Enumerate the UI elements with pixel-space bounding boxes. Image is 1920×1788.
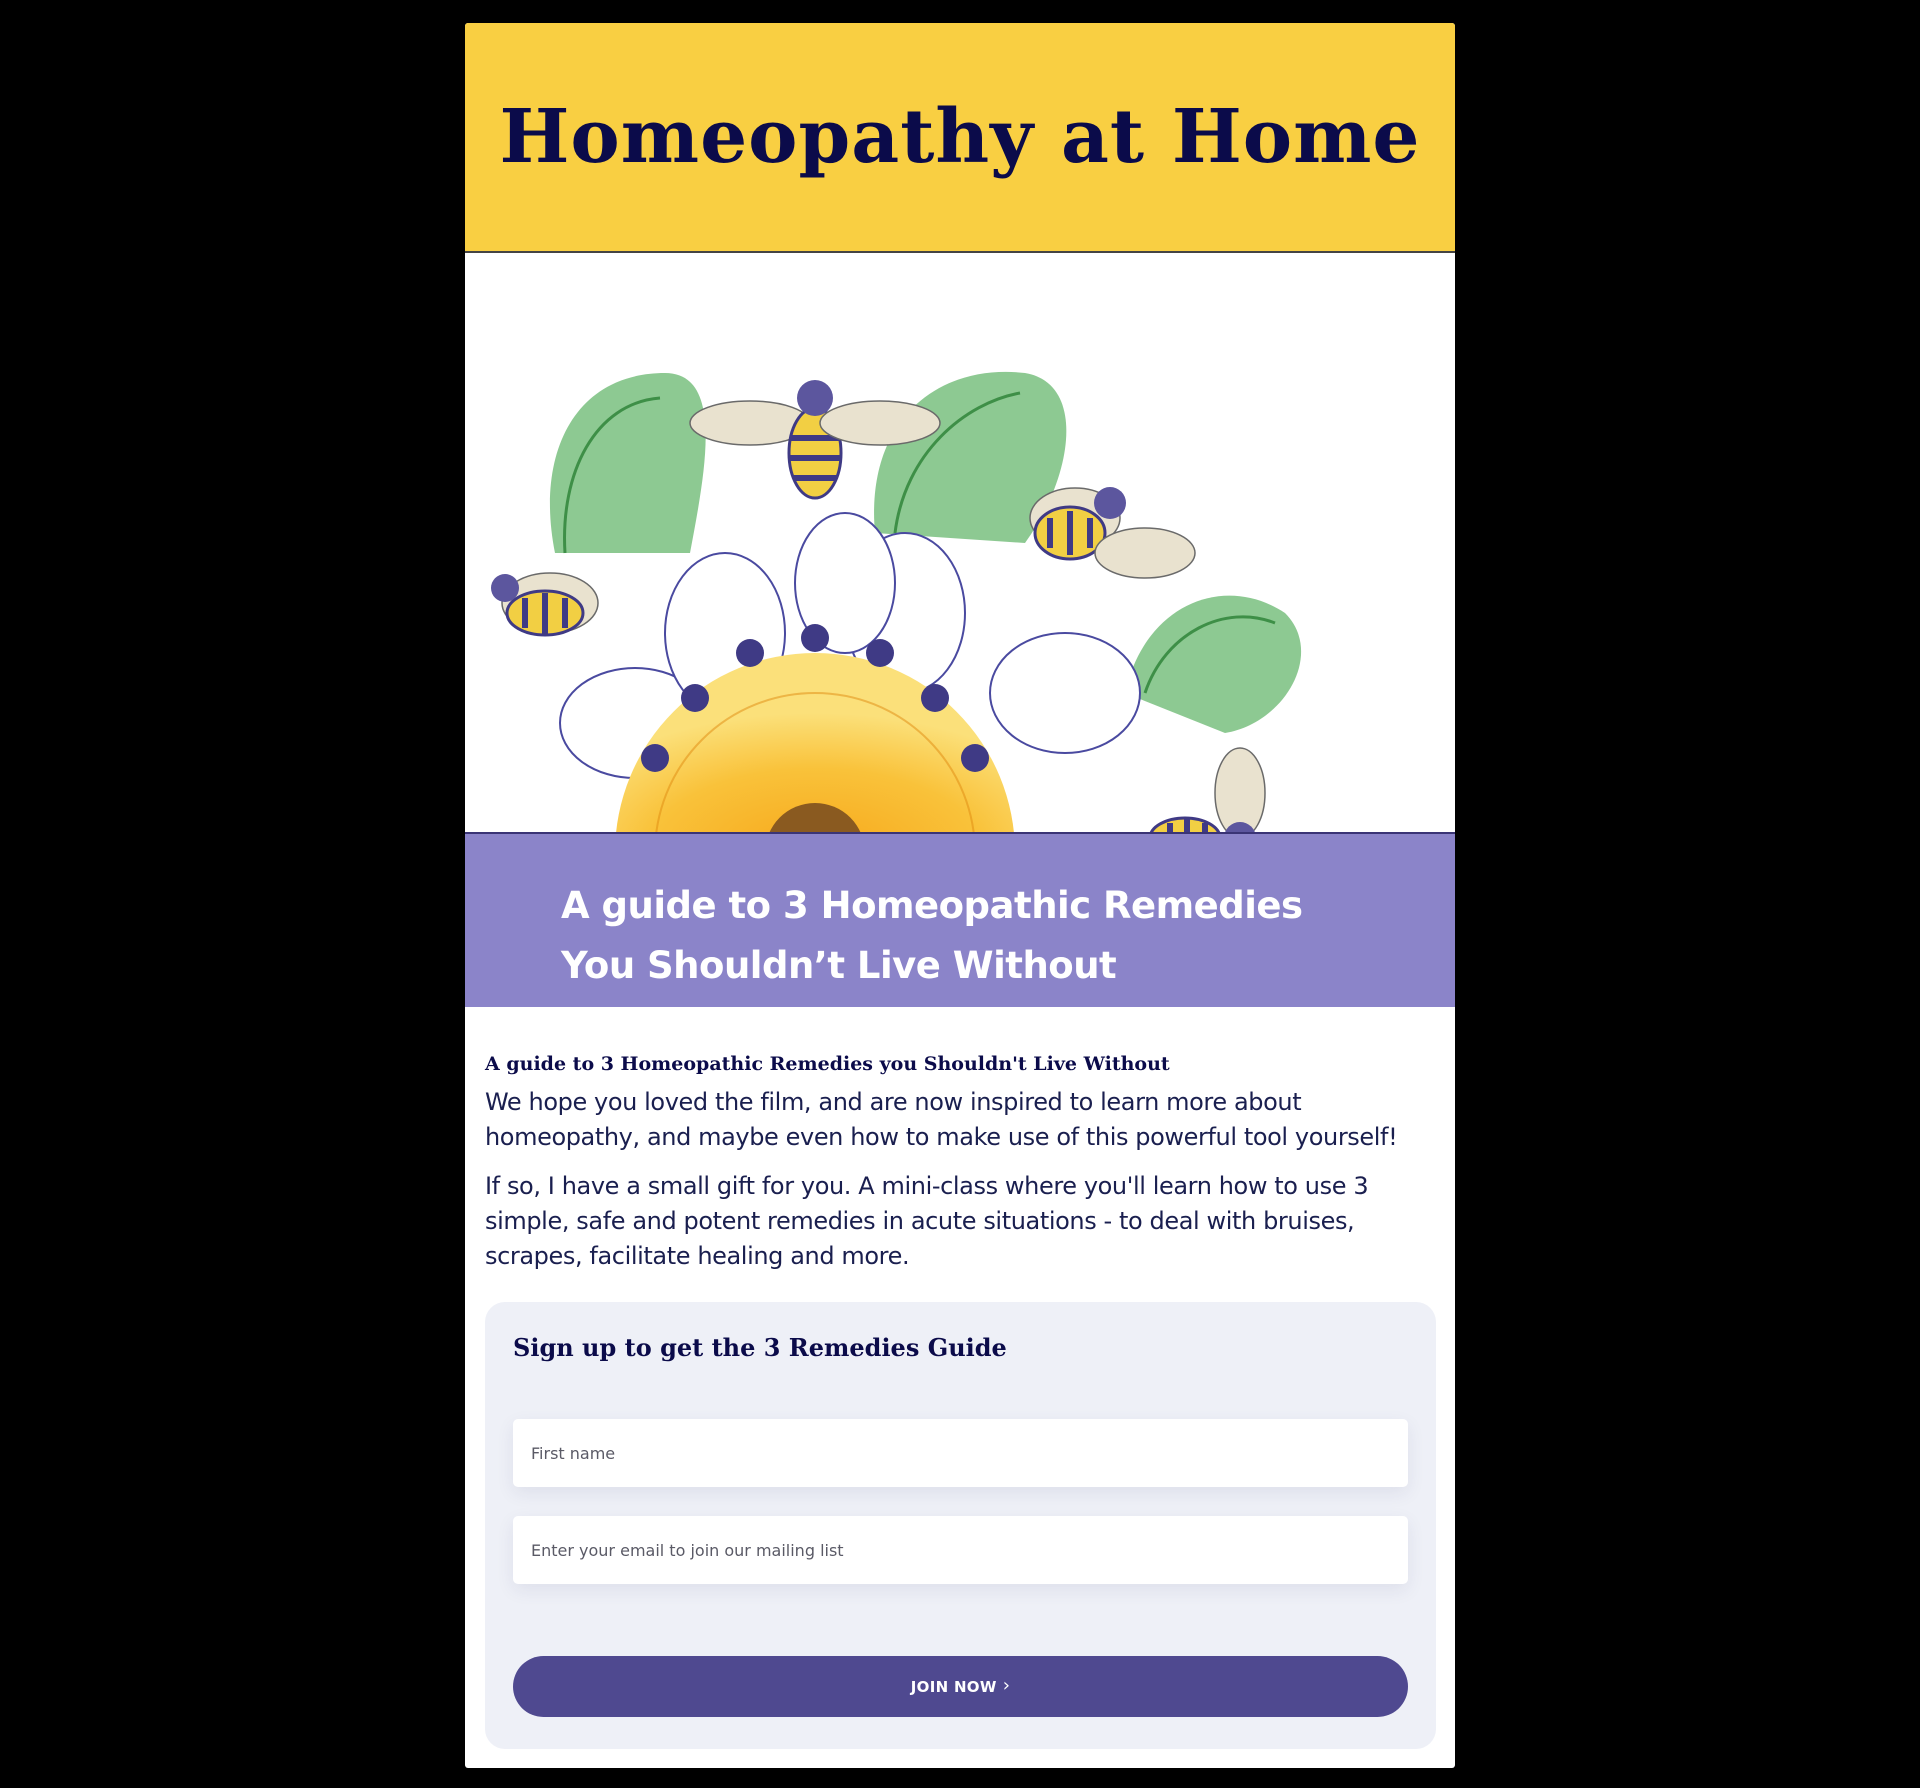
intro-heading: A guide to 3 Homeopathic Remedies you Sh…	[485, 1053, 1170, 1075]
join-now-label: JOIN NOW	[910, 1677, 997, 1696]
landing-card: Homeopathy at Home A guide to 3 Homeopat…	[465, 23, 1455, 1768]
guide-title-band: A guide to 3 Homeopathic Remedies You Sh…	[465, 832, 1455, 1007]
bee-icon	[1029, 487, 1196, 579]
chevron-right-icon: ›	[1002, 1675, 1011, 1696]
mandala-illustration	[491, 371, 1302, 853]
join-now-button[interactable]: JOIN NOW ›	[513, 1656, 1408, 1717]
band-title-line-2: You Shouldn’t Live Without	[561, 944, 1117, 987]
bee-icon	[491, 572, 599, 637]
site-title: Homeopathy at Home	[499, 94, 1421, 180]
ginkgo-leaf-icon	[549, 373, 706, 554]
ginkgo-leaf-icon	[1125, 595, 1302, 733]
signup-title: Sign up to get the 3 Remedies Guide	[513, 1333, 1007, 1362]
hero-illustration	[465, 253, 1455, 853]
intro-paragraph-1: We hope you loved the film, and are now …	[485, 1088, 1398, 1151]
intro-content: A guide to 3 Homeopathic Remedies you Sh…	[485, 1053, 1435, 1288]
header-banner: Homeopathy at Home	[465, 23, 1455, 253]
butterfly-icon	[989, 632, 1141, 754]
intro-paragraph-2: If so, I have a small gift for you. A mi…	[485, 1172, 1369, 1270]
email-input[interactable]	[513, 1516, 1408, 1584]
signup-form: Sign up to get the 3 Remedies Guide JOIN…	[485, 1302, 1436, 1749]
first-name-input[interactable]	[513, 1419, 1408, 1487]
band-title-line-1: A guide to 3 Homeopathic Remedies	[561, 884, 1303, 927]
